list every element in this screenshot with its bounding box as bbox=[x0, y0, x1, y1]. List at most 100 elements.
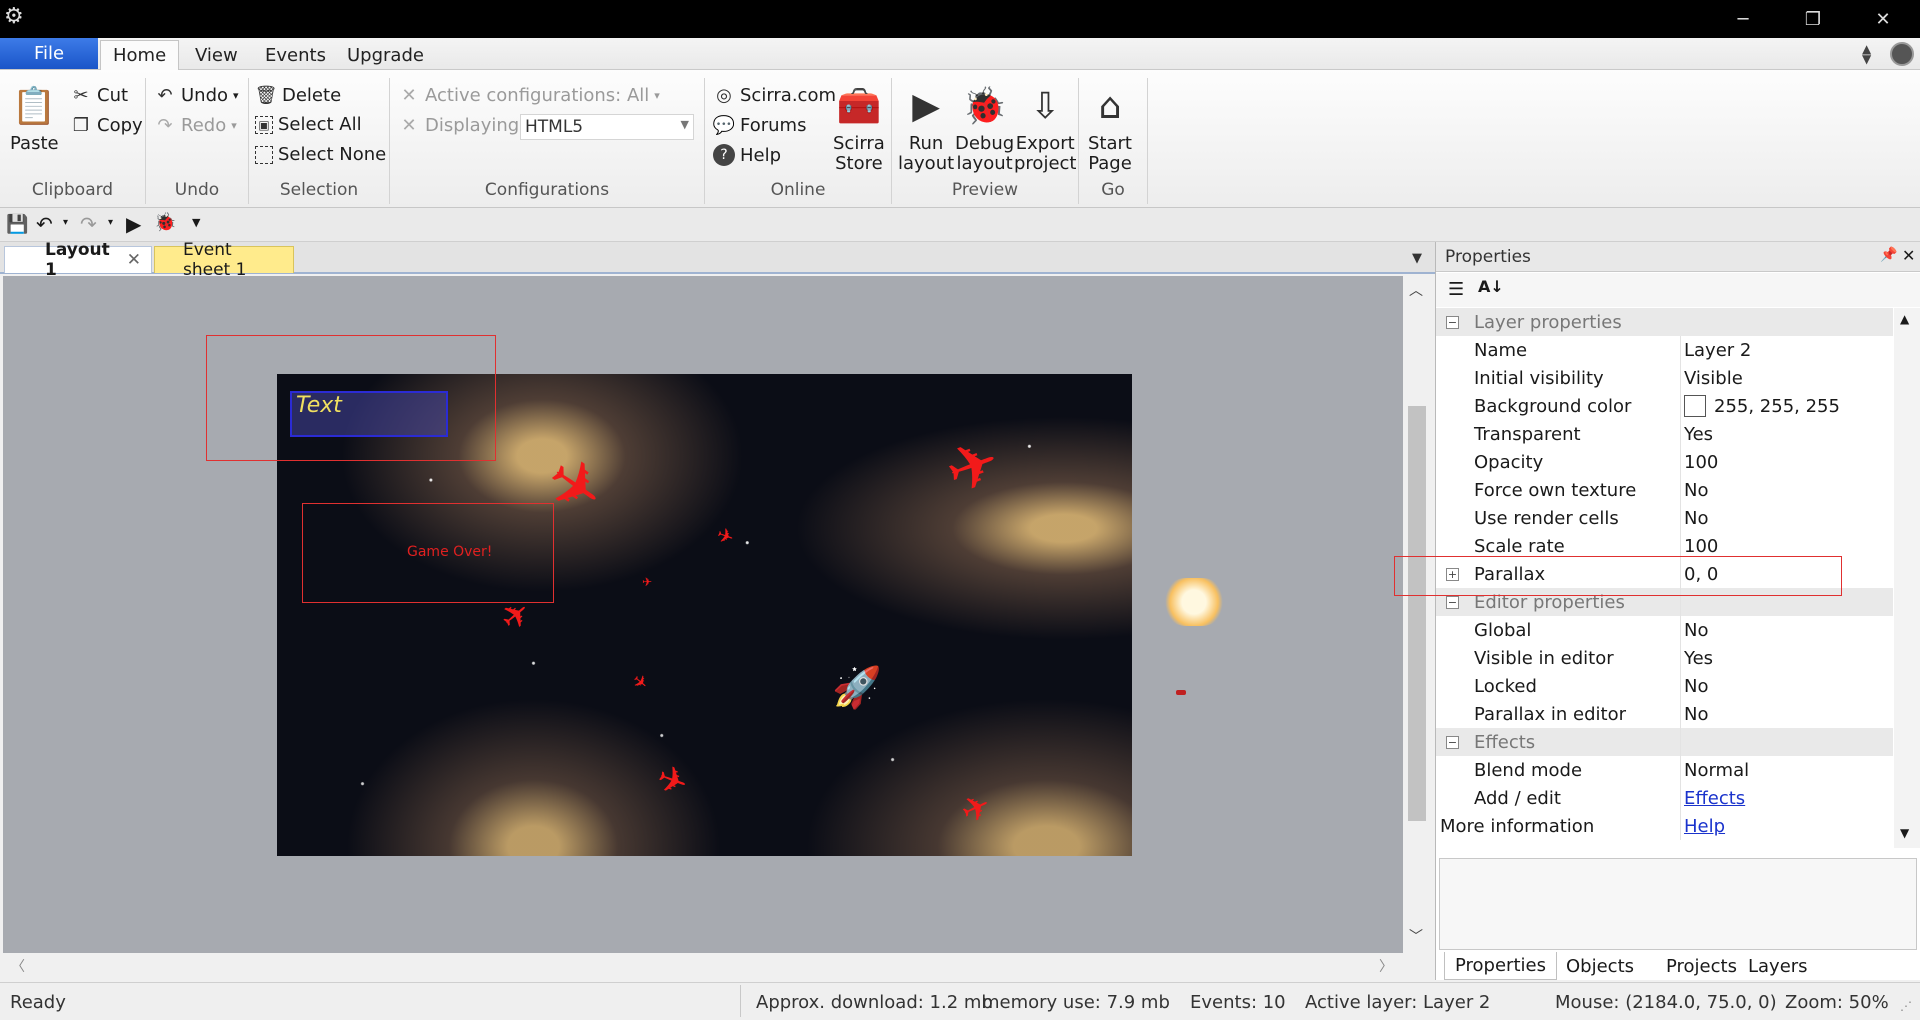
plane-sprite[interactable]: ✈ bbox=[955, 785, 998, 833]
canvas-horizontal-scrollbar[interactable]: 〈 〉 bbox=[3, 953, 1403, 979]
ribbon-scroll-icon[interactable]: ▲ ▼ bbox=[1862, 43, 1871, 65]
property-value[interactable]: Visible bbox=[1684, 368, 1743, 389]
property-value[interactable]: 255, 255, 255 bbox=[1714, 396, 1840, 417]
redo-dropdown-icon[interactable]: ▾ bbox=[108, 217, 113, 228]
plane-sprite[interactable]: ✈ bbox=[642, 576, 652, 588]
tab-objects[interactable]: Objects bbox=[1556, 952, 1644, 980]
properties-scrollbar[interactable]: ▲ ▼ bbox=[1894, 308, 1920, 848]
property-row[interactable]: Force own texture No bbox=[1436, 476, 1893, 504]
select-none-button[interactable]: Select None bbox=[255, 144, 386, 165]
help-link[interactable]: Help bbox=[1684, 816, 1725, 837]
bullet-sprite[interactable] bbox=[1176, 690, 1186, 695]
select-all-button[interactable]: ▣ Select All bbox=[255, 114, 362, 135]
tab-properties[interactable]: Properties bbox=[1444, 952, 1557, 980]
undo-button[interactable]: ↶ Undo ▾ bbox=[154, 84, 239, 106]
chevron-left-icon[interactable]: 〈 bbox=[11, 956, 25, 976]
tab-events[interactable]: Events bbox=[253, 40, 338, 70]
sort-alpha-icon[interactable]: A↓ bbox=[1478, 277, 1504, 296]
scroll-down-icon[interactable]: ▼ bbox=[1900, 826, 1909, 840]
categorized-icon[interactable]: ☰ bbox=[1448, 279, 1464, 300]
player-ship-sprite[interactable]: 🚀 bbox=[832, 664, 882, 711]
property-value[interactable]: No bbox=[1684, 508, 1708, 529]
tab-view[interactable]: View bbox=[183, 40, 250, 70]
copy-button[interactable]: ❐ Copy bbox=[70, 114, 143, 136]
export-project-button[interactable]: ⇩ Export project bbox=[1014, 84, 1076, 174]
plane-sprite[interactable]: ✈ bbox=[651, 757, 693, 806]
forums-button[interactable]: 💬 Forums bbox=[713, 114, 807, 136]
property-row[interactable]: Add / edit Effects bbox=[1436, 784, 1893, 812]
tab-home[interactable]: Home bbox=[100, 40, 180, 70]
bug-icon[interactable]: 🐞 bbox=[154, 212, 176, 233]
paste-button[interactable]: 📋 Paste bbox=[10, 84, 59, 154]
close-icon[interactable]: ✕ bbox=[127, 250, 141, 270]
file-menu-button[interactable]: File bbox=[0, 38, 98, 69]
tab-layers[interactable]: Layers bbox=[1738, 952, 1818, 980]
property-value[interactable]: No bbox=[1684, 676, 1708, 697]
property-row[interactable]: Locked No bbox=[1436, 672, 1893, 700]
property-row[interactable]: Background color 255, 255, 255 bbox=[1436, 392, 1893, 420]
active-configurations-dropdown[interactable]: ✕ Active configurations: All ▾ bbox=[398, 84, 659, 106]
cut-button[interactable]: ✂ Cut bbox=[70, 84, 128, 106]
scirra-link-button[interactable]: ◎ Scirra.com bbox=[713, 84, 836, 106]
displaying-select[interactable]: HTML5 ▼ bbox=[520, 114, 694, 140]
start-page-button[interactable]: ⌂ Start Page bbox=[1087, 84, 1133, 174]
tab-event-sheet-1[interactable]: Event sheet 1 bbox=[154, 240, 294, 280]
explosion-sprite[interactable] bbox=[1162, 578, 1226, 626]
tab-list-dropdown-icon[interactable]: ▼ bbox=[1412, 251, 1422, 266]
account-avatar-icon[interactable] bbox=[1890, 42, 1914, 66]
undo-icon[interactable]: ↶ bbox=[36, 212, 53, 236]
close-button[interactable]: ✕ bbox=[1860, 0, 1906, 38]
property-value[interactable]: Yes bbox=[1684, 424, 1713, 445]
pin-icon[interactable]: 📌 bbox=[1880, 247, 1897, 263]
property-value[interactable]: 100 bbox=[1684, 452, 1718, 473]
property-value[interactable]: No bbox=[1684, 704, 1708, 725]
run-layout-button[interactable]: ▶ Run layout bbox=[898, 84, 954, 174]
property-row[interactable]: Opacity 100 bbox=[1436, 448, 1893, 476]
collapse-icon[interactable]: − bbox=[1446, 595, 1459, 609]
plane-sprite[interactable]: ✈ bbox=[936, 423, 1010, 509]
chevron-down-icon[interactable]: ﹀ bbox=[1409, 926, 1423, 946]
undo-dropdown-icon[interactable]: ▾ bbox=[63, 217, 68, 228]
collapse-icon[interactable]: − bbox=[1446, 735, 1459, 749]
close-icon[interactable]: ✕ bbox=[1902, 246, 1915, 265]
plane-sprite[interactable]: ✈ bbox=[713, 522, 737, 550]
app-gear-icon[interactable]: ⚙ bbox=[4, 4, 24, 29]
property-row[interactable]: Initial visibility Visible bbox=[1436, 364, 1893, 392]
tab-layout-1[interactable]: Layout 1 ✕ bbox=[4, 240, 152, 280]
scroll-up-icon[interactable]: ▲ bbox=[1900, 312, 1909, 326]
category-layer-properties[interactable]: − Layer properties bbox=[1436, 308, 1893, 336]
property-value[interactable]: Layer 2 bbox=[1684, 340, 1751, 361]
redo-icon[interactable]: ↷ bbox=[80, 212, 97, 236]
property-row[interactable]: Transparent Yes bbox=[1436, 420, 1893, 448]
property-row[interactable]: Parallax in editor No bbox=[1436, 700, 1893, 728]
vertical-scroll-thumb[interactable] bbox=[1408, 406, 1426, 821]
tab-upgrade[interactable]: Upgrade bbox=[335, 40, 436, 70]
customize-toolbar-icon[interactable]: ▼ bbox=[192, 216, 200, 229]
tab-projects[interactable]: Projects bbox=[1656, 952, 1747, 980]
effects-link[interactable]: Effects bbox=[1684, 788, 1745, 809]
play-icon[interactable]: ▶ bbox=[126, 212, 141, 236]
property-value[interactable]: No bbox=[1684, 480, 1708, 501]
delete-button[interactable]: 🗑 Delete bbox=[255, 84, 342, 106]
save-icon[interactable]: 💾 bbox=[6, 214, 28, 235]
color-swatch[interactable] bbox=[1684, 395, 1706, 417]
debug-layout-button[interactable]: 🐞 Debug layout bbox=[955, 84, 1014, 174]
minimize-button[interactable]: ─ bbox=[1720, 0, 1766, 38]
resize-grip-icon[interactable]: ⋰ bbox=[1900, 999, 1912, 1013]
plane-sprite[interactable]: ✈ bbox=[627, 670, 652, 696]
scirra-store-button[interactable]: 🧰 Scirra Store bbox=[833, 84, 885, 174]
property-value[interactable]: No bbox=[1684, 620, 1708, 641]
property-row[interactable]: Global No bbox=[1436, 616, 1893, 644]
canvas-vertical-scrollbar[interactable]: ︿ ﹀ bbox=[1403, 276, 1431, 953]
property-row[interactable]: More information Help bbox=[1436, 812, 1893, 840]
property-row[interactable]: Blend mode Normal bbox=[1436, 756, 1893, 784]
property-row[interactable]: Name Layer 2 bbox=[1436, 336, 1893, 364]
redo-dropdown-icon[interactable]: ▾ bbox=[231, 119, 237, 132]
property-value[interactable]: Yes bbox=[1684, 648, 1713, 669]
undo-dropdown-icon[interactable]: ▾ bbox=[233, 89, 239, 102]
property-value[interactable]: Normal bbox=[1684, 760, 1749, 781]
property-value[interactable]: 100 bbox=[1684, 536, 1718, 557]
category-effects[interactable]: − Effects bbox=[1436, 728, 1893, 756]
restore-button[interactable]: ❐ bbox=[1790, 0, 1836, 38]
collapse-icon[interactable]: − bbox=[1446, 315, 1459, 329]
